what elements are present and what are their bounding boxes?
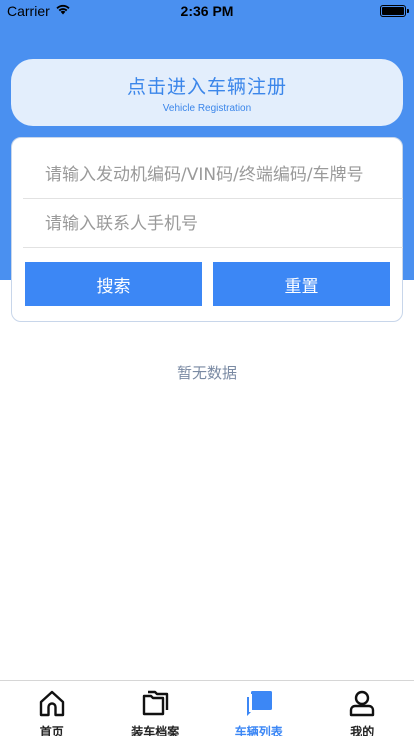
vehicle-search-input[interactable] — [23, 151, 403, 198]
status-bar: Carrier 2:36 PM — [0, 0, 414, 22]
registration-title: 点击进入车辆注册 — [126, 75, 287, 98]
tab-loading-records[interactable]: 装车档案 — [104, 681, 208, 736]
chat-icon — [244, 688, 274, 722]
home-icon — [37, 688, 67, 722]
tab-home[interactable]: 首页 — [0, 681, 104, 736]
battery-icon — [380, 5, 409, 17]
vehicle-search-field — [23, 151, 403, 199]
tab-loading-records-label: 装车档案 — [131, 725, 180, 736]
empty-state-text: 暂无数据 — [176, 364, 237, 382]
tab-home-label: 首页 — [39, 725, 64, 736]
reset-button[interactable]: 重置 — [213, 262, 390, 306]
tab-profile-label: 我的 — [350, 725, 375, 736]
tab-profile[interactable]: 我的 — [311, 681, 414, 736]
tab-bar: 首页 装车档案 车辆列表 我的 — [0, 680, 414, 736]
phone-search-input[interactable] — [23, 200, 403, 247]
tab-vehicle-list[interactable]: 车辆列表 — [207, 681, 311, 736]
folder-icon — [140, 688, 170, 722]
tab-vehicle-list-label: 车辆列表 — [234, 725, 283, 736]
phone-search-field — [23, 200, 403, 248]
user-icon — [347, 688, 377, 722]
search-panel: 搜索 重置 — [11, 137, 403, 322]
registration-subtitle: Vehicle Registration — [162, 102, 252, 114]
vehicle-registration-button[interactable]: 点击进入车辆注册 Vehicle Registration — [11, 59, 403, 126]
status-time: 2:36 PM — [180, 3, 234, 19]
search-button[interactable]: 搜索 — [25, 262, 202, 306]
